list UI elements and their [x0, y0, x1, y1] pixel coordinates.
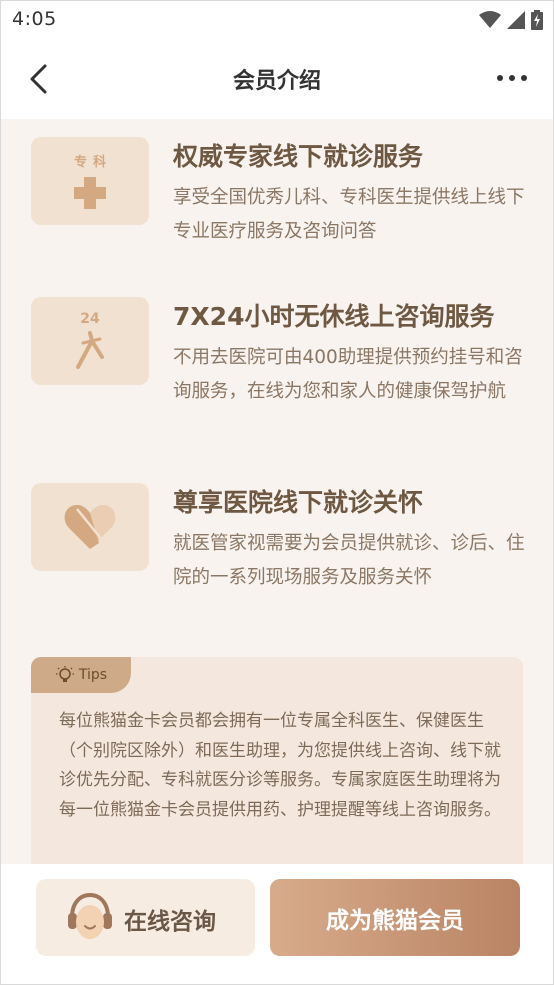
become-member-label: 成为熊猫会员 — [326, 907, 464, 934]
service-title: 尊享医院线下就诊关怀 — [173, 488, 424, 517]
battery-icon — [531, 10, 543, 30]
service-icon-box: 24 — [31, 297, 149, 385]
service-icon-box: 专科 — [31, 137, 149, 225]
become-member-button[interactable]: 成为熊猫会员 — [270, 879, 520, 956]
online-consult-label: 在线咨询 — [124, 909, 216, 935]
status-bar: 4:05 — [1, 1, 553, 39]
headset-avatar-icon — [68, 892, 112, 939]
wifi-icon — [479, 11, 501, 28]
lightbulb-icon — [55, 666, 74, 682]
bottom-action-bar: 在线咨询 成为熊猫会员 — [1, 864, 553, 984]
service-description: 就医管家视需要为会员提供就诊、诊后、住院的一系列现场服务及服务关怀 — [173, 533, 525, 588]
status-icons — [479, 9, 543, 31]
service-icon-label: 24 — [80, 311, 100, 327]
status-time: 4:05 — [12, 8, 57, 30]
page-title: 会员介绍 — [232, 69, 321, 94]
tips-card: Tips 每位熊猫金卡会员都会拥有一位专属全科医生、保健医生（个别院区除外）和医… — [31, 657, 523, 864]
nav-header: 会员介绍 — [1, 39, 553, 119]
tips-tag: Tips — [31, 657, 131, 693]
more-options-icon[interactable] — [497, 75, 527, 85]
heart-icon — [64, 505, 116, 549]
service-icon-box — [31, 483, 149, 571]
tips-text: 每位熊猫金卡会员都会拥有一位专属全科医生、保健医生（个别院区除外）和医生助理，为… — [59, 711, 501, 820]
service-title: 权威专家线下就诊服务 — [173, 142, 424, 171]
service-icon-label: 专科 — [73, 155, 112, 170]
app-frame: 4:05 会员介绍 专科 权威专家线下就诊服务 享受全国优秀儿科、专科医生提供线… — [0, 0, 554, 985]
online-consult-button[interactable]: 在线咨询 — [36, 879, 255, 956]
signal-icon — [507, 11, 525, 29]
service-description: 不用去医院可由400助理提供预约挂号和咨询服务，在线为您和家人的健康保驾护航 — [173, 347, 523, 402]
member-intro-content: 专科 权威专家线下就诊服务 享受全国优秀儿科、专科医生提供线上线下专业医疗服务及… — [1, 119, 553, 864]
service-description: 享受全国优秀儿科、专科医生提供线上线下专业医疗服务及咨询问答 — [173, 187, 525, 242]
tips-label: Tips — [78, 667, 108, 683]
plus-cross-icon — [74, 177, 106, 209]
stethoscope-icon — [76, 331, 104, 369]
service-title: 7X24小时无休线上咨询服务 — [173, 302, 495, 331]
